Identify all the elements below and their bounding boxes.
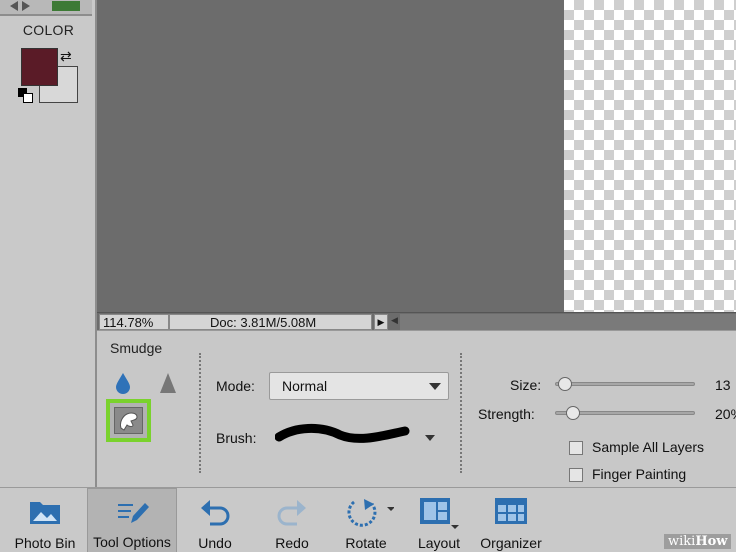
layout-label: Layout <box>417 535 461 551</box>
brush-preview[interactable] <box>275 421 410 447</box>
redo-icon <box>277 500 306 526</box>
move-arrows-icon[interactable] <box>8 0 88 14</box>
bottom-taskbar: Photo Bin Tool Options Undo Redo Rotate <box>0 487 736 552</box>
strength-value[interactable]: 20% <box>715 406 736 422</box>
toolbox-top-icons <box>0 0 92 16</box>
strength-label: Strength: <box>478 406 535 422</box>
canvas-area[interactable] <box>97 0 736 312</box>
watermark-wiki: wiki <box>668 534 696 549</box>
smudge-finger-icon <box>120 412 138 431</box>
undo-icon <box>201 500 230 526</box>
tool-name-label: Smudge <box>110 340 163 356</box>
mode-label: Mode: <box>216 378 255 394</box>
finger-painting-label: Finger Painting <box>592 466 687 482</box>
transparent-document-canvas[interactable] <box>564 0 736 312</box>
scroll-left-icon[interactable]: ◀ <box>391 315 398 326</box>
color-section-label: COLOR <box>22 22 75 38</box>
sample-all-layers-label: Sample All Layers <box>592 439 705 455</box>
photo-bin-label: Photo Bin <box>14 535 76 551</box>
size-slider-thumb[interactable] <box>557 377 572 391</box>
chevron-down-icon <box>429 383 441 390</box>
blur-tool-icon[interactable] <box>115 372 131 394</box>
photo-bin-button[interactable]: Photo Bin <box>6 488 84 552</box>
undo-label: Undo <box>198 535 232 551</box>
separator <box>460 353 462 473</box>
mode-dropdown-value: Normal <box>282 378 328 394</box>
mode-dropdown[interactable]: Normal <box>269 372 449 400</box>
photo-bin-icon <box>30 502 60 524</box>
organizer-button[interactable]: Organizer <box>476 488 546 552</box>
watermark-how: How <box>695 534 728 549</box>
separator <box>199 353 201 473</box>
size-label: Size: <box>510 377 542 393</box>
layout-button[interactable]: Layout <box>410 488 468 552</box>
default-colors-icon[interactable] <box>18 88 38 104</box>
horizontal-scrollbar[interactable] <box>400 314 736 330</box>
swap-colors-icon[interactable]: ⇄ <box>60 48 72 65</box>
foreground-color-swatch[interactable] <box>21 48 58 86</box>
zoom-level[interactable]: 114.78% <box>99 314 169 330</box>
sharpen-tool-icon[interactable] <box>159 372 177 394</box>
tool-options-icon <box>118 503 149 523</box>
organizer-icon <box>495 498 527 524</box>
brush-picker-arrow-icon[interactable] <box>425 435 435 441</box>
organizer-label: Organizer <box>480 535 542 551</box>
status-menu-arrow-icon[interactable]: ▶ <box>374 314 388 330</box>
strength-slider-thumb[interactable] <box>566 406 581 420</box>
finger-painting-checkbox[interactable] <box>569 468 583 482</box>
redo-label: Redo <box>275 535 309 551</box>
rotate-label: Rotate <box>345 535 387 551</box>
smudge-tool-button[interactable] <box>106 399 151 442</box>
toolbox-panel: COLOR ⇄ <box>0 0 97 487</box>
size-slider[interactable] <box>555 382 695 386</box>
sample-all-layers-checkbox[interactable] <box>569 441 583 455</box>
tool-options-label: Tool Options <box>93 534 171 550</box>
status-bar: 114.78% Doc: 3.81M/5.08M ▶ ◀ <box>97 312 736 330</box>
size-value[interactable]: 13 <box>715 377 731 393</box>
layout-icon <box>420 498 459 529</box>
tool-options-panel: Smudge Mode: Normal Brush: Size: 13 Stre… <box>97 330 736 487</box>
rotate-icon <box>347 499 394 527</box>
rotate-button[interactable]: Rotate <box>336 488 396 552</box>
redo-button[interactable]: Redo <box>262 488 322 552</box>
undo-button[interactable]: Undo <box>185 488 245 552</box>
brush-label: Brush: <box>216 430 257 446</box>
tool-options-button[interactable]: Tool Options <box>87 488 177 552</box>
wikihow-watermark: wikiHow <box>664 534 732 549</box>
document-size-info: Doc: 3.81M/5.08M <box>169 314 372 330</box>
